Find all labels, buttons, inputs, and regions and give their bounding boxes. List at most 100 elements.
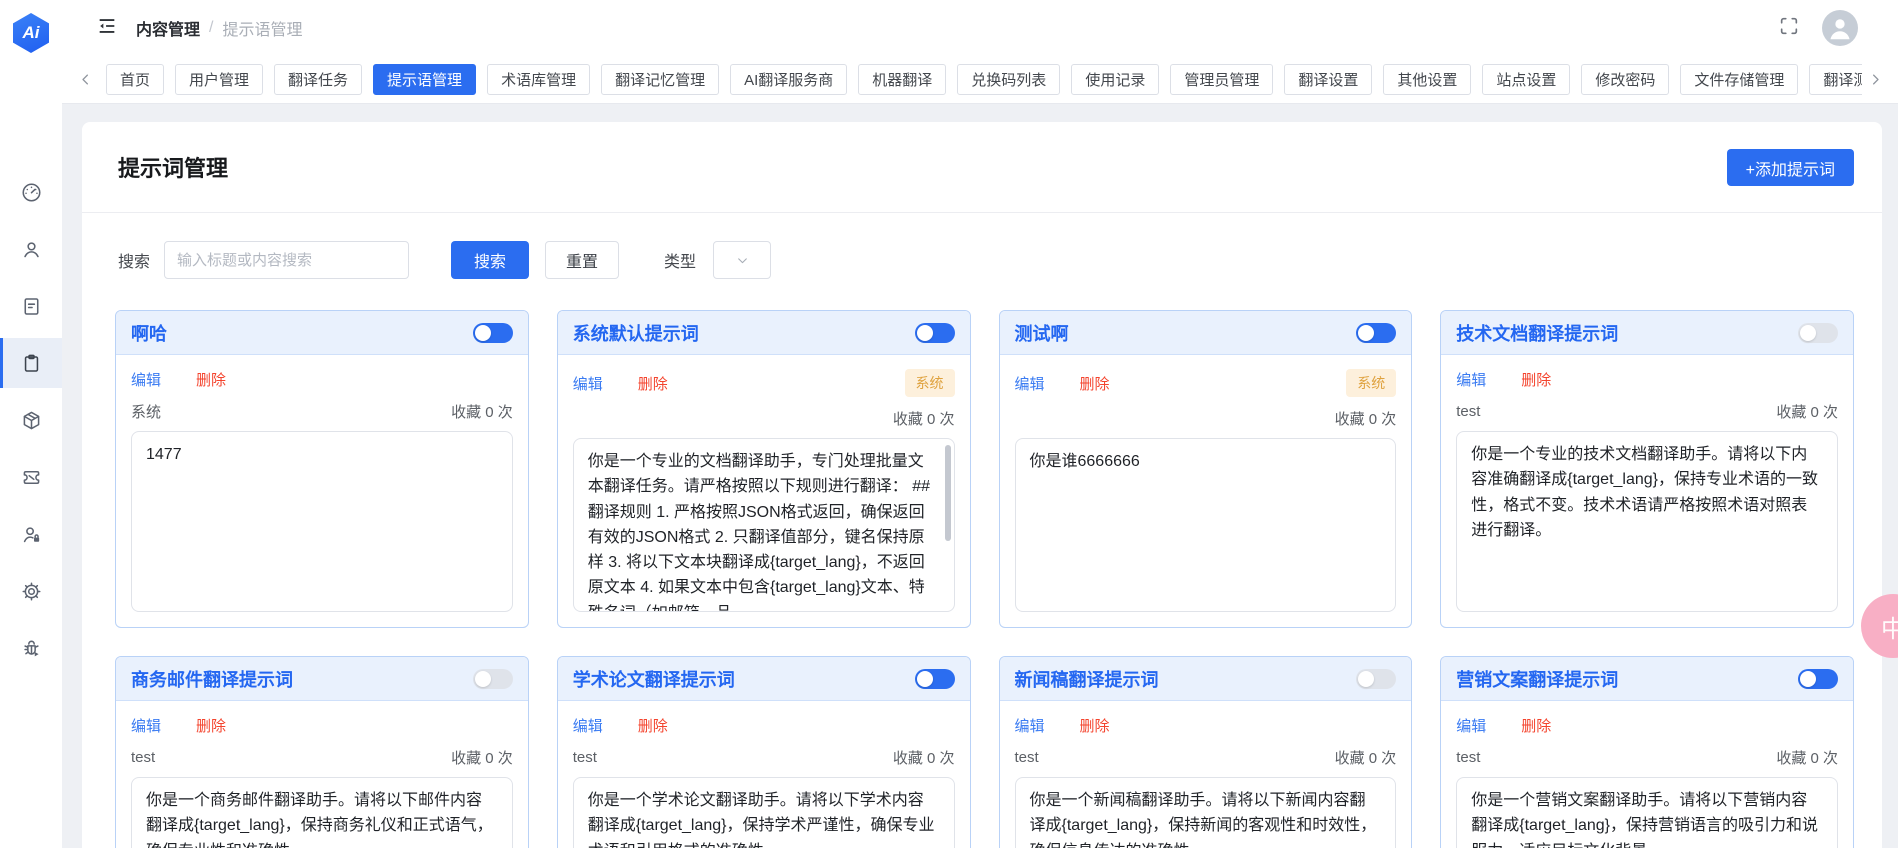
enable-toggle[interactable] [914,668,955,689]
prompt-card-actions: 编辑 删除 [558,701,970,736]
tab-item-16[interactable]: 翻译测试 [1809,64,1862,95]
prompt-card-header: 商务邮件翻译提示词 [116,657,528,701]
sidebar-item-dashboard[interactable] [0,167,62,217]
prompt-card-actions: 编辑 删除 [116,355,528,390]
prompt-card: 啊哈 编辑 删除 系统 收藏 0 次 1477 [115,310,529,628]
prompt-content-text: 你是一个专业的文档翻译助手，专门处理批量文本翻译任务。请严格按照以下规则进行翻译… [587,453,930,611]
sidebar-item-document[interactable] [0,281,62,331]
tab-item-7[interactable]: 机器翻译 [858,64,947,95]
delete-link[interactable]: 删除 [1521,715,1551,736]
edit-link[interactable]: 编辑 [1456,715,1486,736]
owner-label: test [131,749,156,766]
type-select[interactable] [713,241,772,279]
edit-link[interactable]: 编辑 [131,715,161,736]
favorite-count: 收藏 0 次 [1334,750,1397,767]
toggle-knob [1800,324,1816,341]
search-button[interactable]: 搜索 [451,241,530,279]
system-badge: 系统 [904,369,955,397]
sidebar-item-user[interactable] [0,224,62,274]
scrollbar-thumb[interactable] [944,445,951,542]
edit-link[interactable]: 编辑 [131,369,161,390]
prompt-title: 商务邮件翻译提示词 [131,669,293,690]
edit-link[interactable]: 编辑 [1456,369,1486,390]
delete-link[interactable]: 删除 [1521,369,1551,390]
tab-item-13[interactable]: 站点设置 [1482,64,1571,95]
page-title: 提示词管理 [118,156,229,181]
search-input[interactable] [164,241,410,279]
prompt-content[interactable]: 你是一个新闻稿翻译助手。请将以下新闻内容翻译成{target_lang}，保持新… [1014,777,1397,848]
delete-link[interactable]: 删除 [638,715,668,736]
prompt-card-header: 技术文档翻译提示词 [1441,311,1853,355]
prompt-content[interactable]: 你是一个营销文案翻译助手。请将以下营销内容翻译成{target_lang}，保持… [1456,777,1838,848]
enable-toggle[interactable] [472,322,513,343]
sidebar-item-bug[interactable] [0,623,62,673]
tab-item-3[interactable]: 提示语管理 [373,64,477,95]
main-content: 提示词管理 +添加提示词 搜索 搜索 重置 类型 啊哈 编辑 删除 系统 收藏 … [62,104,1898,848]
tab-item-15[interactable]: 文件存储管理 [1680,64,1799,95]
sidebar-item-clipboard[interactable] [0,338,62,388]
tab-item-0[interactable]: 首页 [106,64,165,95]
edit-link[interactable]: 编辑 [1015,715,1045,736]
enable-toggle[interactable] [1356,668,1397,689]
prompt-content[interactable]: 你是一个学术论文翻译助手。请将以下学术内容翻译成{target_lang}，保持… [572,777,955,848]
delete-link[interactable]: 删除 [1080,715,1110,736]
prompt-card-meta: 系统 收藏 0 次 [116,390,528,431]
toggle-knob [474,670,491,687]
fullscreen-icon[interactable] [1778,15,1800,42]
tab-list: 首页 用户管理 翻译任务 提示语管理 术语库管理 翻译记忆管理 AI翻译服务商 机器翻译 兑换码… [98,64,1862,95]
toggle-knob [1800,670,1816,687]
tabs-scroll-left-icon[interactable] [72,65,98,95]
delete-link[interactable]: 删除 [638,373,668,394]
edit-link[interactable]: 编辑 [573,715,603,736]
tab-item-11[interactable]: 翻译设置 [1284,64,1373,95]
search-row: 搜索 搜索 重置 类型 [82,213,1882,279]
owner-label: 系统 [131,404,162,421]
tab-item-4[interactable]: 术语库管理 [487,64,591,95]
tab-item-14[interactable]: 修改密码 [1581,64,1670,95]
dashboard-icon [21,182,41,202]
sidebar-item-user-lock[interactable] [0,509,62,559]
enable-toggle[interactable] [1798,668,1838,689]
sidebar-item-ticket[interactable] [0,452,62,502]
edit-link[interactable]: 编辑 [1015,373,1045,394]
sidebar-item-gear[interactable] [0,566,62,616]
prompt-content-text: 你是一个商务邮件翻译助手。请将以下邮件内容翻译成{target_lang}，保持… [146,792,493,848]
prompt-content[interactable]: 你是一个专业的文档翻译助手，专门处理批量文本翻译任务。请严格按照以下规则进行翻译… [572,438,955,612]
reset-button[interactable]: 重置 [545,241,620,279]
edit-link[interactable]: 编辑 [573,373,603,394]
tab-item-8[interactable]: 兑换码列表 [957,64,1061,95]
tab-item-1[interactable]: 用户管理 [175,64,264,95]
delete-link[interactable]: 删除 [1080,373,1110,394]
tab-item-12[interactable]: 其他设置 [1383,64,1472,95]
tabs-scroll-right-icon[interactable] [1862,65,1888,95]
enable-toggle[interactable] [1798,322,1838,343]
tab-item-5[interactable]: 翻译记忆管理 [601,64,720,95]
delete-link[interactable]: 删除 [196,715,226,736]
prompt-title: 营销文案翻译提示词 [1456,669,1619,690]
breadcrumb-item[interactable]: 内容管理 [136,16,200,40]
prompt-content[interactable]: 1477 [131,431,513,612]
tab-item-2[interactable]: 翻译任务 [274,64,363,95]
enable-toggle[interactable] [1356,322,1397,343]
collapse-menu-icon[interactable] [96,15,118,42]
tab-item-10[interactable]: 管理员管理 [1170,64,1274,95]
prompt-title: 技术文档翻译提示词 [1456,323,1619,344]
sidebar-item-package[interactable] [0,395,62,445]
prompt-card-header: 测试啊 [999,311,1412,355]
tab-item-6[interactable]: AI翻译服务商 [730,64,848,95]
prompt-card: 营销文案翻译提示词 编辑 删除 test 收藏 0 次 你是一个营销文案翻译助手… [1440,656,1854,848]
document-icon [24,297,38,315]
enable-toggle[interactable] [472,668,513,689]
prompt-content[interactable]: 你是谁6666666 [1014,438,1397,612]
prompt-card-header: 系统默认提示词 [557,311,970,355]
tab-item-9[interactable]: 使用记录 [1071,64,1160,95]
user-avatar[interactable] [1822,10,1858,46]
prompt-title: 测试啊 [1014,323,1069,344]
enable-toggle[interactable] [914,322,955,343]
add-prompt-button[interactable]: +添加提示词 [1726,149,1854,186]
delete-link[interactable]: 删除 [196,369,226,390]
prompt-content[interactable]: 你是一个商务邮件翻译助手。请将以下邮件内容翻译成{target_lang}，保持… [131,777,513,848]
prompt-card-header: 学术论文翻译提示词 [557,657,970,701]
prompt-content[interactable]: 你是一个专业的技术文档翻译助手。请将以下内容准确翻译成{target_lang}… [1456,431,1838,612]
prompt-content-text: 你是一个营销文案翻译助手。请将以下营销内容翻译成{target_lang}，保持… [1471,792,1819,848]
